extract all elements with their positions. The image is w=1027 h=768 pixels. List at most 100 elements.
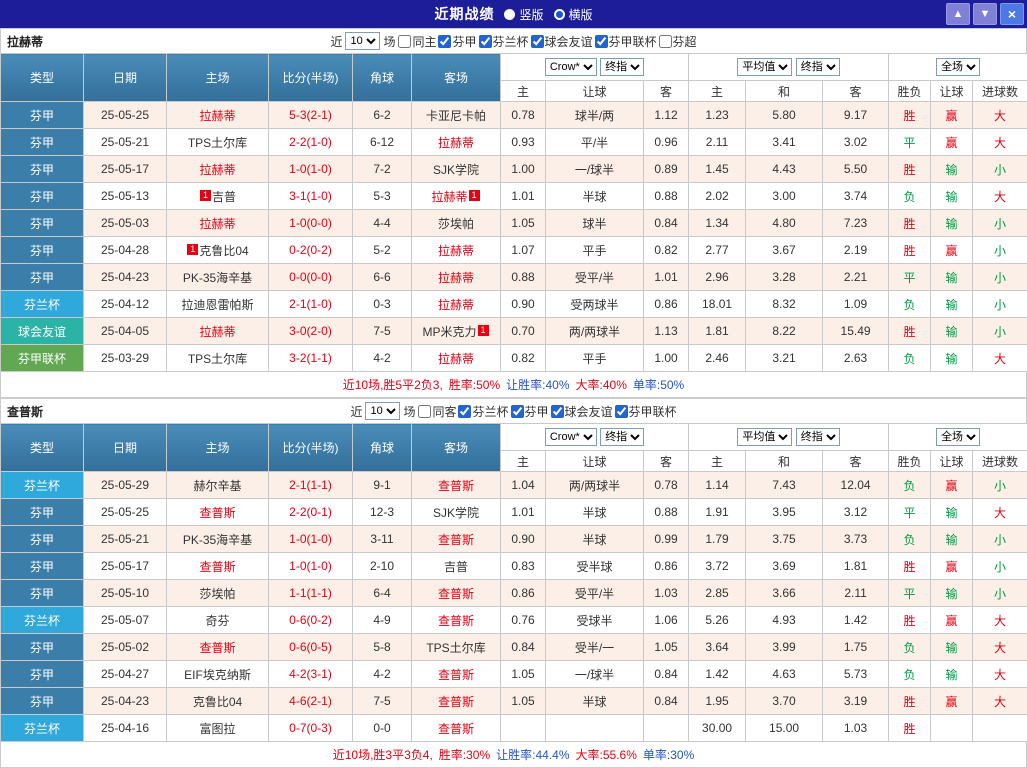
team-link[interactable]: 拉赫蒂 [438, 136, 474, 150]
score-link[interactable]: 0-7(0-3) [269, 715, 353, 742]
recent-count-select[interactable]: 10 [345, 32, 380, 50]
team-link[interactable]: 拉赫蒂 [199, 109, 235, 123]
checkbox-input[interactable] [531, 35, 544, 48]
filter-checkbox-同主[interactable]: 同主 [398, 33, 436, 50]
filter-checkbox-球会友谊[interactable]: 球会友谊 [551, 403, 613, 420]
filter-checkbox-球会友谊[interactable]: 球会友谊 [531, 33, 593, 50]
asia-stage-select[interactable]: 终指 [600, 58, 644, 76]
team-link[interactable]: 拉赫蒂 [438, 244, 474, 258]
checkbox-input[interactable] [511, 405, 524, 418]
team-link[interactable]: EIF埃克纳斯 [184, 668, 251, 682]
team-link[interactable]: 拉赫蒂 [438, 298, 474, 312]
score-link[interactable]: 2-1(1-0) [269, 291, 353, 318]
asia-bookmaker-select[interactable]: Crow* [545, 428, 597, 446]
score-link[interactable]: 2-1(1-1) [269, 472, 353, 499]
team-link[interactable]: 查普斯 [438, 587, 474, 601]
radio-icon [554, 9, 565, 20]
team-link[interactable]: 查普斯 [199, 641, 235, 655]
asia-stage-select[interactable]: 终指 [600, 428, 644, 446]
team-link[interactable]: 查普斯 [438, 479, 474, 493]
team-link[interactable]: 富图拉 [199, 722, 235, 736]
score-link[interactable]: 4-6(2-1) [269, 688, 353, 715]
result-scope-select[interactable]: 全场 [936, 428, 980, 446]
asia-bookmaker-select[interactable]: Crow* [545, 58, 597, 76]
team-link[interactable]: 奇芬 [205, 614, 229, 628]
europe-stage-select[interactable]: 终指 [796, 58, 840, 76]
team-link[interactable]: 拉迪恩雷帕斯 [181, 298, 253, 312]
filter-checkbox-芬超[interactable]: 芬超 [659, 33, 697, 50]
filter-checkbox-芬甲[interactable]: 芬甲 [438, 33, 476, 50]
team-link[interactable]: PK-35海辛基 [183, 271, 252, 285]
team-link[interactable]: 吉普 [212, 190, 236, 204]
team-link[interactable]: SJK学院 [433, 163, 479, 177]
europe-bookmaker-select[interactable]: 平均值 [737, 58, 792, 76]
score-link[interactable]: 0-0(0-0) [269, 264, 353, 291]
team-link[interactable]: TPS土尔库 [188, 352, 247, 366]
team-link[interactable]: 查普斯 [438, 614, 474, 628]
europe-bookmaker-select[interactable]: 平均值 [737, 428, 792, 446]
checkbox-input[interactable] [595, 35, 608, 48]
checkbox-input[interactable] [418, 405, 431, 418]
scroll-down-button[interactable]: ▼ [973, 3, 997, 25]
result-scope-select[interactable]: 全场 [936, 58, 980, 76]
checkbox-input[interactable] [659, 35, 672, 48]
checkbox-input[interactable] [458, 405, 471, 418]
team-link[interactable]: PK-35海辛基 [183, 533, 252, 547]
filter-checkbox-芬甲联杯[interactable]: 芬甲联杯 [615, 403, 677, 420]
checkbox-input[interactable] [438, 35, 451, 48]
score-link[interactable]: 1-1(1-1) [269, 580, 353, 607]
team-link[interactable]: 查普斯 [438, 668, 474, 682]
team-link[interactable]: 拉赫蒂 [438, 271, 474, 285]
score-link[interactable]: 0-6(0-5) [269, 634, 353, 661]
team-link[interactable]: 查普斯 [438, 722, 474, 736]
layout-radio-horizontal[interactable]: 横版 [554, 6, 593, 23]
score-link[interactable]: 1-0(1-0) [269, 553, 353, 580]
team-link[interactable]: 拉赫蒂 [438, 352, 474, 366]
team-link[interactable]: 莎埃帕 [438, 217, 474, 231]
checkbox-input[interactable] [479, 35, 492, 48]
score-link[interactable]: 4-2(3-1) [269, 661, 353, 688]
team-link[interactable]: 卡亚尼卡帕 [426, 109, 486, 123]
team-link[interactable]: 拉赫蒂 [431, 190, 467, 204]
score-link[interactable]: 3-0(2-0) [269, 318, 353, 345]
recent-count-select[interactable]: 10 [365, 402, 400, 420]
team-link[interactable]: 吉普 [444, 560, 468, 574]
filter-checkbox-芬兰杯[interactable]: 芬兰杯 [458, 403, 508, 420]
team-link[interactable]: 克鲁比04 [199, 244, 248, 258]
team-link[interactable]: 拉赫蒂 [199, 217, 235, 231]
filter-checkbox-芬兰杯[interactable]: 芬兰杯 [479, 33, 529, 50]
team-link[interactable]: 查普斯 [199, 560, 235, 574]
layout-radio-vertical[interactable]: 竖版 [504, 6, 543, 23]
team-link[interactable]: 查普斯 [438, 695, 474, 709]
score-link[interactable]: 3-2(1-1) [269, 345, 353, 372]
team-link[interactable]: SJK学院 [433, 506, 479, 520]
team-link[interactable]: 拉赫蒂 [199, 325, 235, 339]
team-link[interactable]: TPS土尔库 [188, 136, 247, 150]
team-link[interactable]: 克鲁比04 [193, 695, 242, 709]
europe-stage-select[interactable]: 终指 [796, 428, 840, 446]
team-link[interactable]: TPS土尔库 [426, 641, 485, 655]
score-link[interactable]: 3-1(1-0) [269, 183, 353, 210]
filter-checkbox-芬甲联杯[interactable]: 芬甲联杯 [595, 33, 657, 50]
score-link[interactable]: 1-0(1-0) [269, 526, 353, 553]
score-link[interactable]: 1-0(0-0) [269, 210, 353, 237]
score-link[interactable]: 0-6(0-2) [269, 607, 353, 634]
team-link[interactable]: MP米克力 [422, 325, 476, 339]
team-link[interactable]: 查普斯 [199, 506, 235, 520]
checkbox-input[interactable] [615, 405, 628, 418]
score-link[interactable]: 2-2(1-0) [269, 129, 353, 156]
team-link[interactable]: 拉赫蒂 [199, 163, 235, 177]
checkbox-input[interactable] [551, 405, 564, 418]
close-button[interactable]: × [1000, 3, 1024, 25]
score-link[interactable]: 0-2(0-2) [269, 237, 353, 264]
filter-checkbox-同客[interactable]: 同客 [418, 403, 456, 420]
checkbox-input[interactable] [398, 35, 411, 48]
filter-checkbox-芬甲[interactable]: 芬甲 [511, 403, 549, 420]
team-link[interactable]: 赫尔辛基 [193, 479, 241, 493]
score-link[interactable]: 2-2(0-1) [269, 499, 353, 526]
team-link[interactable]: 莎埃帕 [199, 587, 235, 601]
team-link[interactable]: 查普斯 [438, 533, 474, 547]
score-link[interactable]: 1-0(1-0) [269, 156, 353, 183]
scroll-up-button[interactable]: ▲ [946, 3, 970, 25]
score-link[interactable]: 5-3(2-1) [269, 102, 353, 129]
